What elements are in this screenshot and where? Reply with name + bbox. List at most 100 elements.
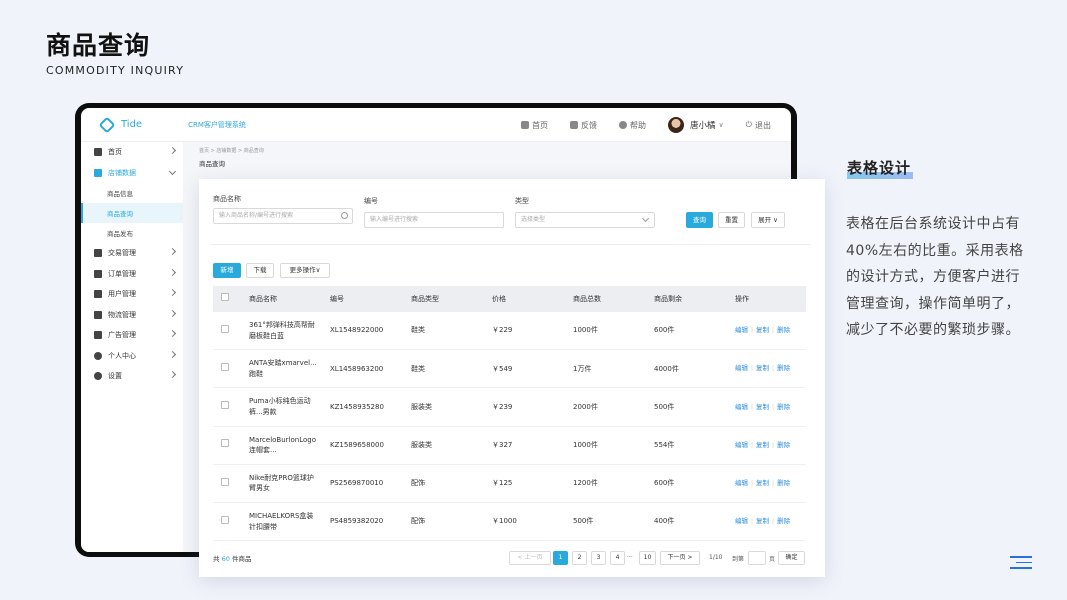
cell-total: 1200件	[573, 479, 598, 488]
edit-link[interactable]: 编辑	[735, 517, 748, 525]
edit-link[interactable]: 编辑	[735, 441, 748, 449]
sidebar-item-profile[interactable]: 个人中心	[81, 346, 183, 367]
copy-link[interactable]: 复制	[756, 364, 769, 372]
feedback-icon	[570, 121, 579, 129]
side-title: 表格设计	[847, 157, 913, 179]
cell-price: ￥549	[492, 364, 513, 373]
row-checkbox[interactable]	[213, 324, 249, 337]
side-title-text: 表格设计	[847, 159, 912, 177]
total-count: 共 60 件商品	[213, 553, 251, 563]
select-all-checkbox[interactable]	[213, 293, 249, 305]
page-info: 1/10	[709, 554, 723, 561]
app-logo[interactable]: Tide	[98, 116, 142, 133]
edit-link[interactable]: 编辑	[735, 479, 748, 487]
download-button[interactable]: 下载	[246, 263, 274, 278]
goto-suffix: 页	[769, 556, 776, 563]
page-button-2[interactable]: 2	[572, 551, 587, 565]
system-name: CRM客户管理系统	[188, 120, 246, 129]
cell-name: ANTA安踏xmarvel...跑鞋	[249, 359, 317, 378]
copy-link[interactable]: 复制	[756, 441, 769, 449]
action-separator: |	[751, 327, 754, 335]
copy-link[interactable]: 复制	[756, 326, 769, 334]
delete-link[interactable]: 删除	[777, 441, 790, 449]
table-header: 商品名称 编号 商品类型 价格 商品总数 商品剩余 操作	[213, 286, 806, 312]
row-checkbox[interactable]	[213, 515, 249, 528]
row-checkbox[interactable]	[213, 363, 249, 375]
query-button[interactable]: 查询	[686, 212, 713, 228]
sidebar-subitem-product-publish[interactable]: 商品发布	[81, 223, 183, 243]
row-checkbox[interactable]	[213, 439, 249, 451]
gear-icon	[94, 372, 102, 381]
next-page-button[interactable]: 下一页 >	[660, 551, 700, 565]
sidebar-subitem-product-info[interactable]: 商品信息	[81, 183, 183, 203]
row-checkbox[interactable]	[213, 477, 249, 490]
nav-help[interactable]: 帮助	[619, 120, 646, 131]
expand-button[interactable]: 展开 ∨	[751, 212, 785, 228]
sidebar-item-logistics[interactable]: 物流管理	[81, 305, 183, 326]
col-name: 商品名称	[249, 294, 277, 303]
truck-icon	[94, 310, 102, 319]
store-icon	[94, 168, 102, 177]
cell-code: KZ1458935280	[330, 402, 384, 411]
delete-link[interactable]: 删除	[777, 403, 790, 411]
type-label: 类型	[515, 197, 529, 205]
action-separator: |	[751, 479, 754, 487]
nav-feedback[interactable]: 反馈	[570, 120, 597, 131]
goto-confirm-button[interactable]: 确定	[778, 551, 805, 565]
page-button-last[interactable]: 10	[639, 551, 656, 565]
code-search-input[interactable]: 输入编号进行搜索	[364, 212, 504, 228]
delete-link[interactable]: 删除	[777, 326, 790, 334]
name-search-input[interactable]: 输入商品名称/编号进行搜索	[213, 208, 353, 224]
sidebar-item-trade[interactable]: 交易管理	[81, 243, 183, 264]
page-button-4[interactable]: 4	[610, 551, 625, 565]
sidebar-item-users[interactable]: 用户管理	[81, 284, 183, 305]
cell-price: ￥239	[492, 402, 513, 411]
table-row: Puma小标纯色运动裤...男款 KZ1458935280 服装类 ￥239 2000件…	[213, 388, 806, 427]
page-title: 商品查询	[199, 160, 225, 168]
sidebar-item-ads[interactable]: 广告管理	[81, 325, 183, 346]
nav-home-label: 首页	[532, 120, 549, 130]
delete-link[interactable]: 删除	[777, 364, 790, 372]
edit-link[interactable]: 编辑	[735, 403, 748, 411]
copy-link[interactable]: 复制	[756, 403, 769, 411]
goto-label: 到第	[732, 556, 745, 563]
logo-icon	[98, 116, 116, 133]
action-separator: |	[772, 479, 775, 487]
sidebar-item-settings[interactable]: 设置	[81, 366, 183, 387]
prev-page-button[interactable]: < 上一页	[509, 551, 551, 565]
sidebar-item-label: 店铺数据	[108, 168, 136, 177]
cell-price: ￥125	[492, 479, 513, 488]
page-button-3[interactable]: 3	[591, 551, 606, 565]
more-actions-button[interactable]: 更多操作∨	[280, 263, 330, 278]
sidebar-item-home[interactable]: 首页	[81, 142, 183, 163]
reset-button[interactable]: 重置	[718, 212, 745, 228]
cell-total: 2000件	[573, 402, 598, 411]
delete-link[interactable]: 删除	[777, 479, 790, 487]
help-icon	[619, 121, 628, 129]
type-select[interactable]: 选择类型	[515, 212, 655, 228]
action-separator: |	[751, 518, 754, 526]
cell-total: 1万件	[573, 364, 592, 373]
delete-link[interactable]: 删除	[777, 517, 790, 525]
copy-link[interactable]: 复制	[756, 517, 769, 525]
menu-icon[interactable]	[1010, 556, 1032, 573]
chevron-down-icon	[168, 167, 177, 175]
row-checkbox[interactable]	[213, 401, 249, 413]
edit-link[interactable]: 编辑	[735, 364, 748, 372]
user-menu[interactable]: 唐小橘 ∨	[668, 117, 724, 133]
nav-home[interactable]: 首页	[521, 120, 548, 131]
goto-page-input[interactable]	[748, 551, 766, 565]
table-row: Nike耐克PRO篮球护臂男女 PS2569870010 配饰 ￥125 1200件 60…	[213, 465, 806, 503]
sidebar-subitem-product-query[interactable]: 商品查询	[81, 203, 183, 223]
page-button-1[interactable]: 1	[553, 551, 568, 565]
col-total: 商品总数	[573, 294, 601, 303]
sidebar-item-orders[interactable]: 订单管理	[81, 264, 183, 285]
sidebar-item-store-data[interactable]: 店铺数据	[81, 163, 183, 184]
nav-logout[interactable]: ⏻ 退出	[746, 120, 771, 131]
add-button[interactable]: 新增	[213, 263, 241, 278]
table-row: MarceloBurlonLogo连帽套... KZ1589658000 服装类 ￥3…	[213, 427, 806, 465]
edit-link[interactable]: 编辑	[735, 326, 748, 334]
user-name: 唐小橘	[690, 121, 716, 131]
copy-link[interactable]: 复制	[756, 479, 769, 487]
chevron-down-icon	[641, 214, 650, 223]
